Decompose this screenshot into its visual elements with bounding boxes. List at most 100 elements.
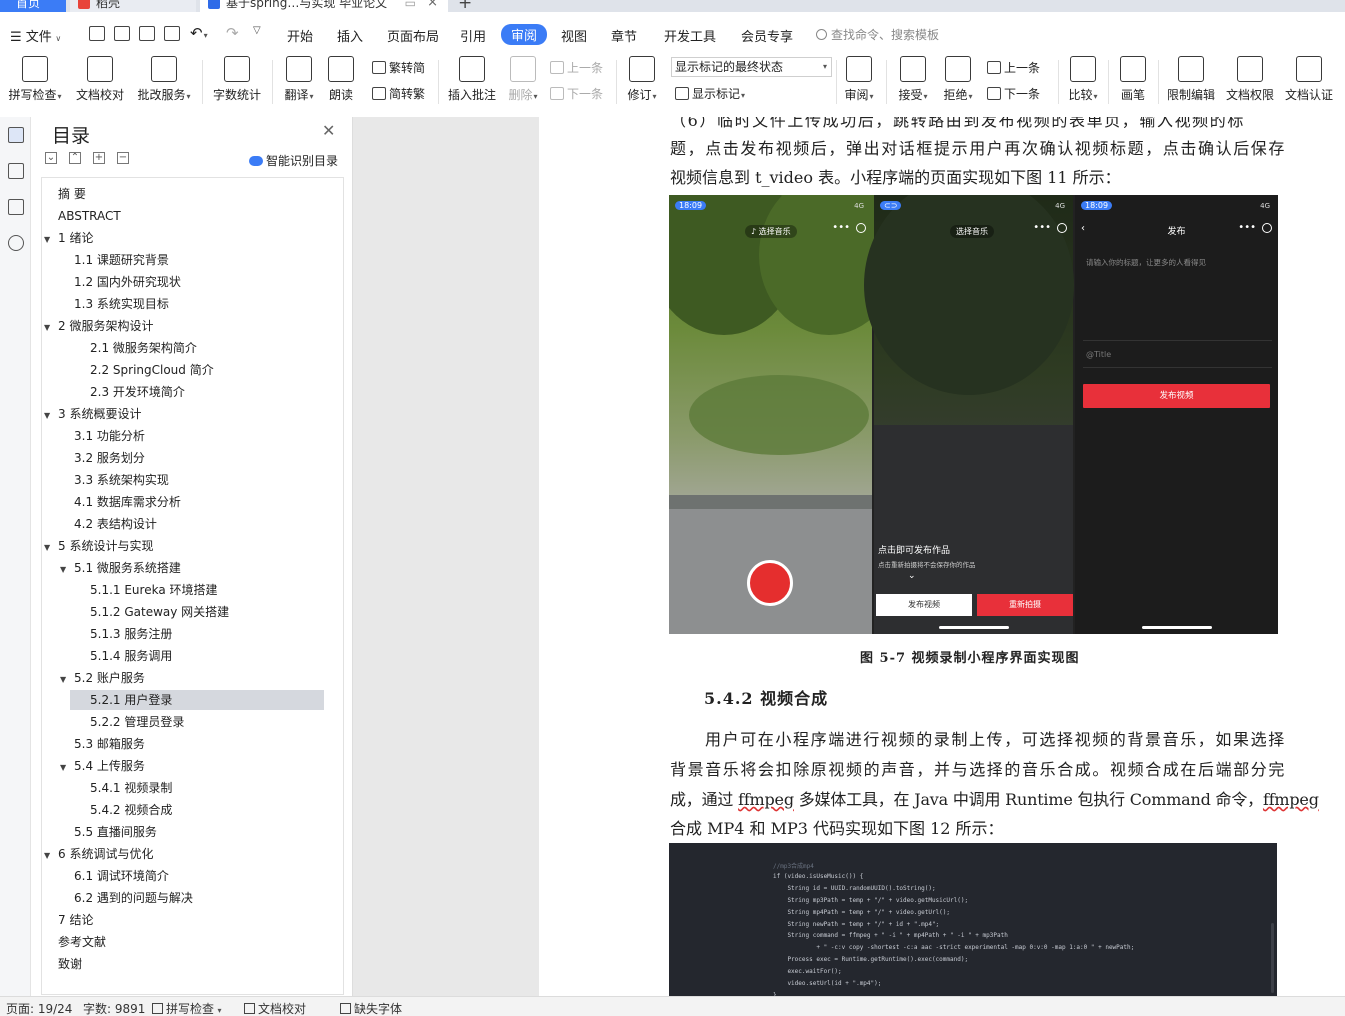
window-icon[interactable]: ▭ [405,0,416,12]
word-count-button[interactable]: 字数统计 [210,54,264,103]
delete-comment-button[interactable]: 删除▾ [505,54,541,103]
spellcheck-button[interactable]: 拼写检查▾ [6,54,64,103]
chevron-down-icon[interactable]: ▼ [44,406,58,426]
toc-item[interactable]: ▼ 5.4 上传服务 [60,756,145,776]
tab-home[interactable]: 首页 [0,0,66,12]
search-icon[interactable] [8,235,24,251]
menu-developer[interactable]: 开发工具 [664,26,716,45]
expand-all-icon[interactable]: ⌄ [45,152,57,164]
menu-chapter[interactable]: 章节 [611,26,637,45]
toc-item[interactable]: ABSTRACT [58,206,121,226]
toc-item[interactable]: ▼ 5.2 账户服务 [60,668,145,688]
toc-item[interactable]: 摘 要 [58,184,86,204]
to-simplified-button[interactable]: 简转繁 [372,85,425,102]
toc-item[interactable]: 6.1 调试环境简介 [74,866,169,886]
doc-permission-button[interactable]: 文档权限 [1224,54,1276,103]
toc-item[interactable]: 1.1 课题研究背景 [74,250,169,270]
toc-item[interactable]: ▼ 2 微服务架构设计 [44,316,153,336]
to-traditional-button[interactable]: 繁转简 [372,59,425,76]
status-spellcheck[interactable]: 拼写检查 ▾ [152,1000,222,1016]
chevron-down-icon[interactable]: ▼ [44,538,58,558]
toc-item[interactable]: 1.3 系统实现目标 [74,294,169,314]
next-comment-button[interactable]: 下一条 [550,85,603,102]
toc-item[interactable]: 参考文献 [58,932,106,952]
toc-item[interactable]: 3.3 系统架构实现 [74,470,169,490]
menu-insert[interactable]: 插入 [337,26,363,45]
insert-comment-button[interactable]: 插入批注 [446,54,498,103]
toc-item[interactable]: 5.5 直播间服务 [74,822,157,842]
toc-item[interactable]: 5.2.2 管理员登录 [90,712,184,732]
chevron-down-icon[interactable]: ▼ [60,670,74,690]
redo-icon[interactable]: ↷ [226,24,239,42]
remove-heading-icon[interactable]: − [117,152,129,164]
show-markup-button[interactable]: 显示标记▾ [675,85,745,102]
toc-item[interactable]: 5.1.3 服务注册 [90,624,172,644]
file-menu[interactable]: ☰ 文件 ∨ [10,26,61,45]
add-heading-icon[interactable]: + [93,152,105,164]
toc-item[interactable]: ▼ 1 绪论 [44,228,93,248]
chevron-down-icon[interactable]: ▼ [44,846,58,866]
export-pdf-icon[interactable] [114,26,130,41]
toc-item[interactable]: 5.2.1 用户登录 [70,690,324,710]
menu-page-layout[interactable]: 页面布局 [387,26,439,45]
menu-start[interactable]: 开始 [287,26,313,45]
batch-service-button[interactable]: 批改服务▾ [134,54,194,103]
chevron-down-icon[interactable]: ▼ [60,758,74,778]
toc-item[interactable]: 致谢 [58,954,82,974]
save-icon[interactable] [89,26,105,41]
toc-item[interactable]: 5.1.1 Eureka 环境搭建 [90,580,218,600]
command-search[interactable]: 查找命令、搜索模板 [816,26,939,43]
toc-item[interactable]: ▼ 5.1 微服务系统搭建 [60,558,181,578]
compare-button[interactable]: 比较▾ [1064,54,1102,103]
toc-pane-icon[interactable] [8,127,24,143]
prev-change-button[interactable]: 上一条 [987,59,1040,76]
toc-item[interactable]: 4.1 数据库需求分析 [74,492,181,512]
toc-item[interactable]: 1.2 国内外研究现状 [74,272,181,292]
undo-icon[interactable]: ↶▾ [190,24,208,42]
smart-toc-button[interactable]: 智能识别目录 [249,152,338,169]
close-icon[interactable]: ✕ [322,121,335,140]
word-count-indicator[interactable]: 字数: 9891 [83,1000,145,1016]
toc-item[interactable]: 3.2 服务划分 [74,448,145,468]
chapter-nav-icon[interactable] [8,163,24,179]
toc-item[interactable]: 4.2 表结构设计 [74,514,157,534]
toc-item[interactable]: 3.1 功能分析 [74,426,145,446]
status-proof[interactable]: 文档校对 [244,1000,306,1016]
customize-quick-access-icon[interactable]: ▽ [253,25,261,36]
close-icon[interactable]: × [427,0,438,12]
toc-item[interactable]: 5.1.4 服务调用 [90,646,172,666]
print-preview-icon[interactable] [164,26,180,41]
menu-member[interactable]: 会员专享 [741,26,793,45]
bookmark-icon[interactable] [8,199,24,215]
review-pane-button[interactable]: 审阅▾ [840,54,878,103]
collapse-all-icon[interactable]: ⌃ [69,152,81,164]
chevron-down-icon[interactable]: ▼ [44,318,58,338]
page-indicator[interactable]: 页面: 19/24 [6,1000,72,1016]
pen-button[interactable]: 画笔 [1116,54,1150,103]
next-change-button[interactable]: 下一条 [987,85,1040,102]
doc-proof-button[interactable]: 文档校对 [74,54,126,103]
toc-item[interactable]: 2.2 SpringCloud 简介 [90,360,214,380]
tab-document[interactable]: 基于spring…与实现 毕业论文 ▭ × [200,0,448,12]
translate-button[interactable]: 翻译▾ [280,54,318,103]
toc-item[interactable]: 6.2 遇到的问题与解决 [74,888,193,908]
print-icon[interactable] [139,26,155,41]
toc-item[interactable]: 5.4.1 视频录制 [90,778,172,798]
toc-item[interactable]: 2.1 微服务架构简介 [90,338,197,358]
toc-item[interactable]: 2.3 开发环境简介 [90,382,185,402]
toc-item[interactable]: 7 结论 [58,910,93,930]
toc-item[interactable]: ▼ 5 系统设计与实现 [44,536,153,556]
prev-comment-button[interactable]: 上一条 [550,59,603,76]
read-aloud-button[interactable]: 朗读 [324,54,358,103]
reject-button[interactable]: 拒绝▾ [939,54,977,103]
status-missing-font[interactable]: 缺失字体 [340,1000,402,1016]
menu-references[interactable]: 引用 [460,26,486,45]
toc-item[interactable]: 5.1.2 Gateway 网关搭建 [90,602,229,622]
toc-item[interactable]: 5.4.2 视频合成 [90,800,172,820]
new-tab-icon[interactable]: + [458,0,472,12]
doc-certify-button[interactable]: 文档认证 [1283,54,1335,103]
markup-state-select[interactable]: 显示标记的最终状态 ▾ [671,57,832,77]
revise-button[interactable]: 修订▾ [624,54,660,103]
menu-view[interactable]: 视图 [561,26,587,45]
accept-button[interactable]: 接受▾ [894,54,932,103]
